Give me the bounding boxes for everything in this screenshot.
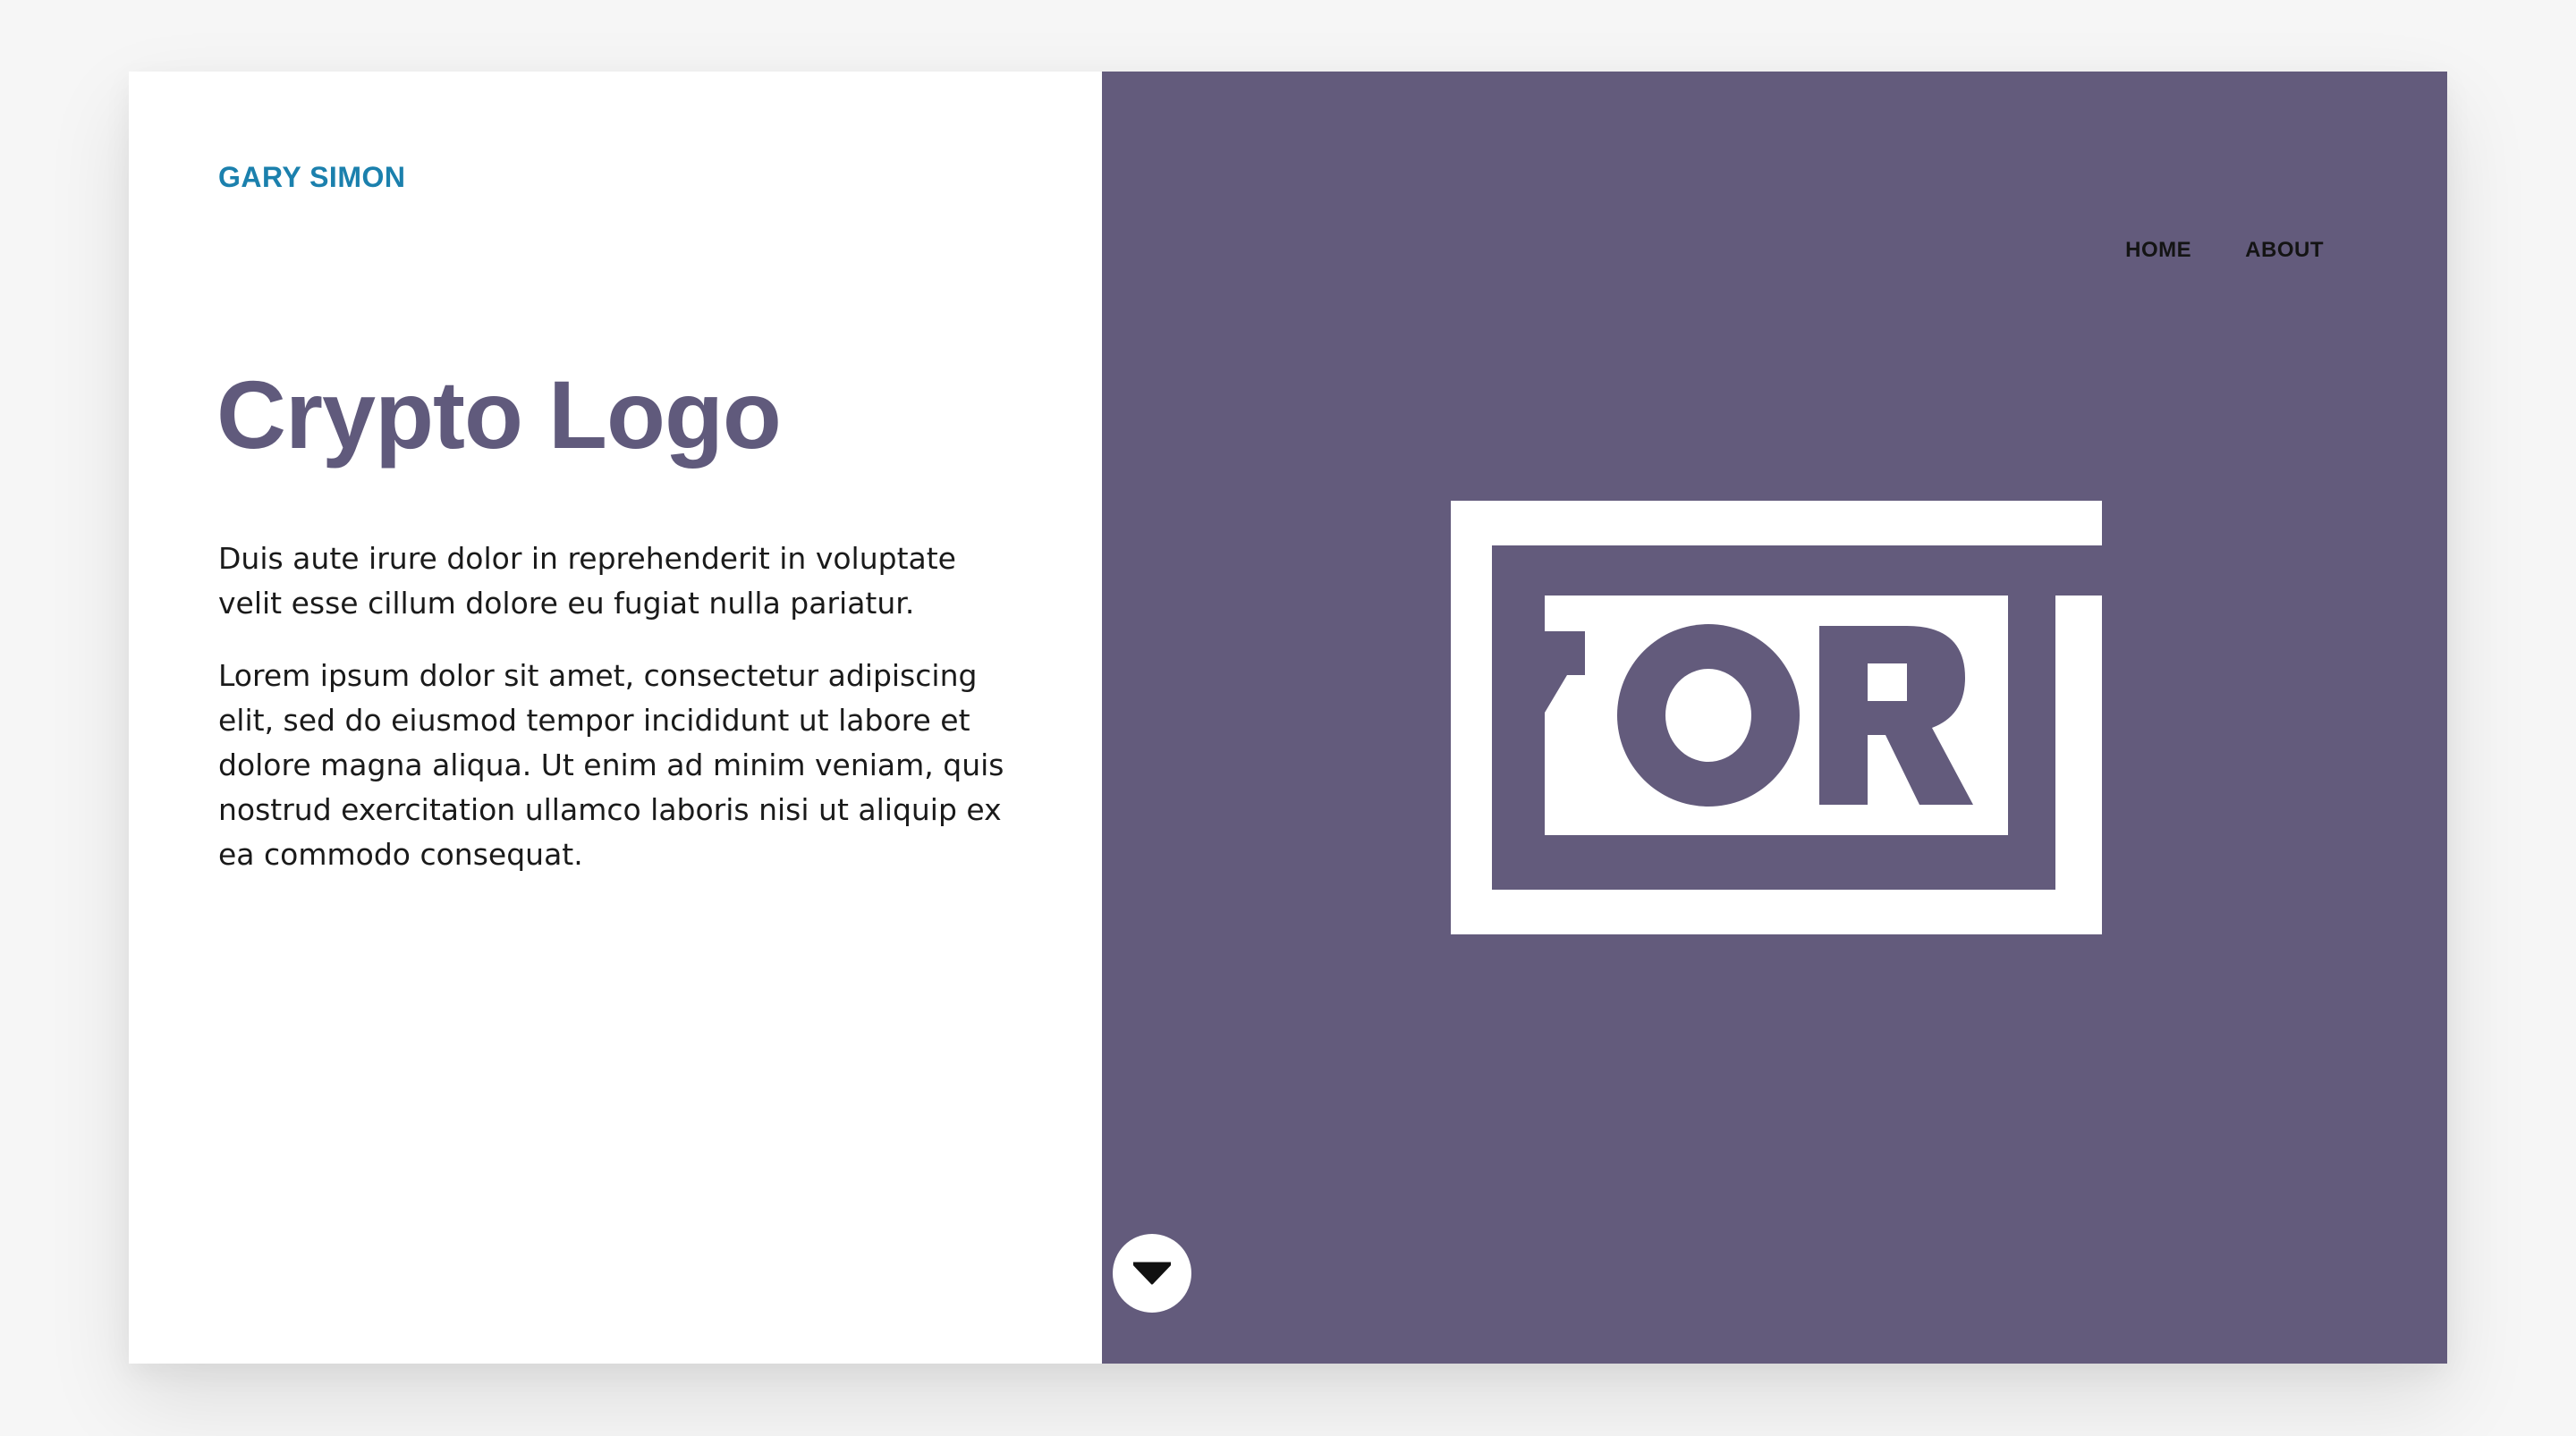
main-nav: HOME ABOUT bbox=[2125, 238, 2324, 263]
left-panel: GARY SIMON Crypto Logo Duis aute irure d… bbox=[129, 72, 1102, 1364]
nav-about-link[interactable]: ABOUT bbox=[2245, 238, 2324, 263]
brand-logo-link[interactable]: GARY SIMON bbox=[218, 161, 405, 194]
body-paragraph: Lorem ipsum dolor sit amet, consectetur … bbox=[218, 658, 1004, 872]
nav-home-link[interactable]: HOME bbox=[2125, 238, 2191, 263]
intro-paragraph: Duis aute irure dolor in reprehenderit i… bbox=[218, 541, 956, 621]
scroll-down-button[interactable] bbox=[1113, 1234, 1191, 1313]
page-title: Crypto Logo bbox=[216, 360, 782, 469]
crypto-logo-icon bbox=[1451, 501, 2102, 934]
caret-down-icon bbox=[1133, 1262, 1171, 1285]
hero-card: GARY SIMON Crypto Logo Duis aute irure d… bbox=[129, 72, 2447, 1364]
